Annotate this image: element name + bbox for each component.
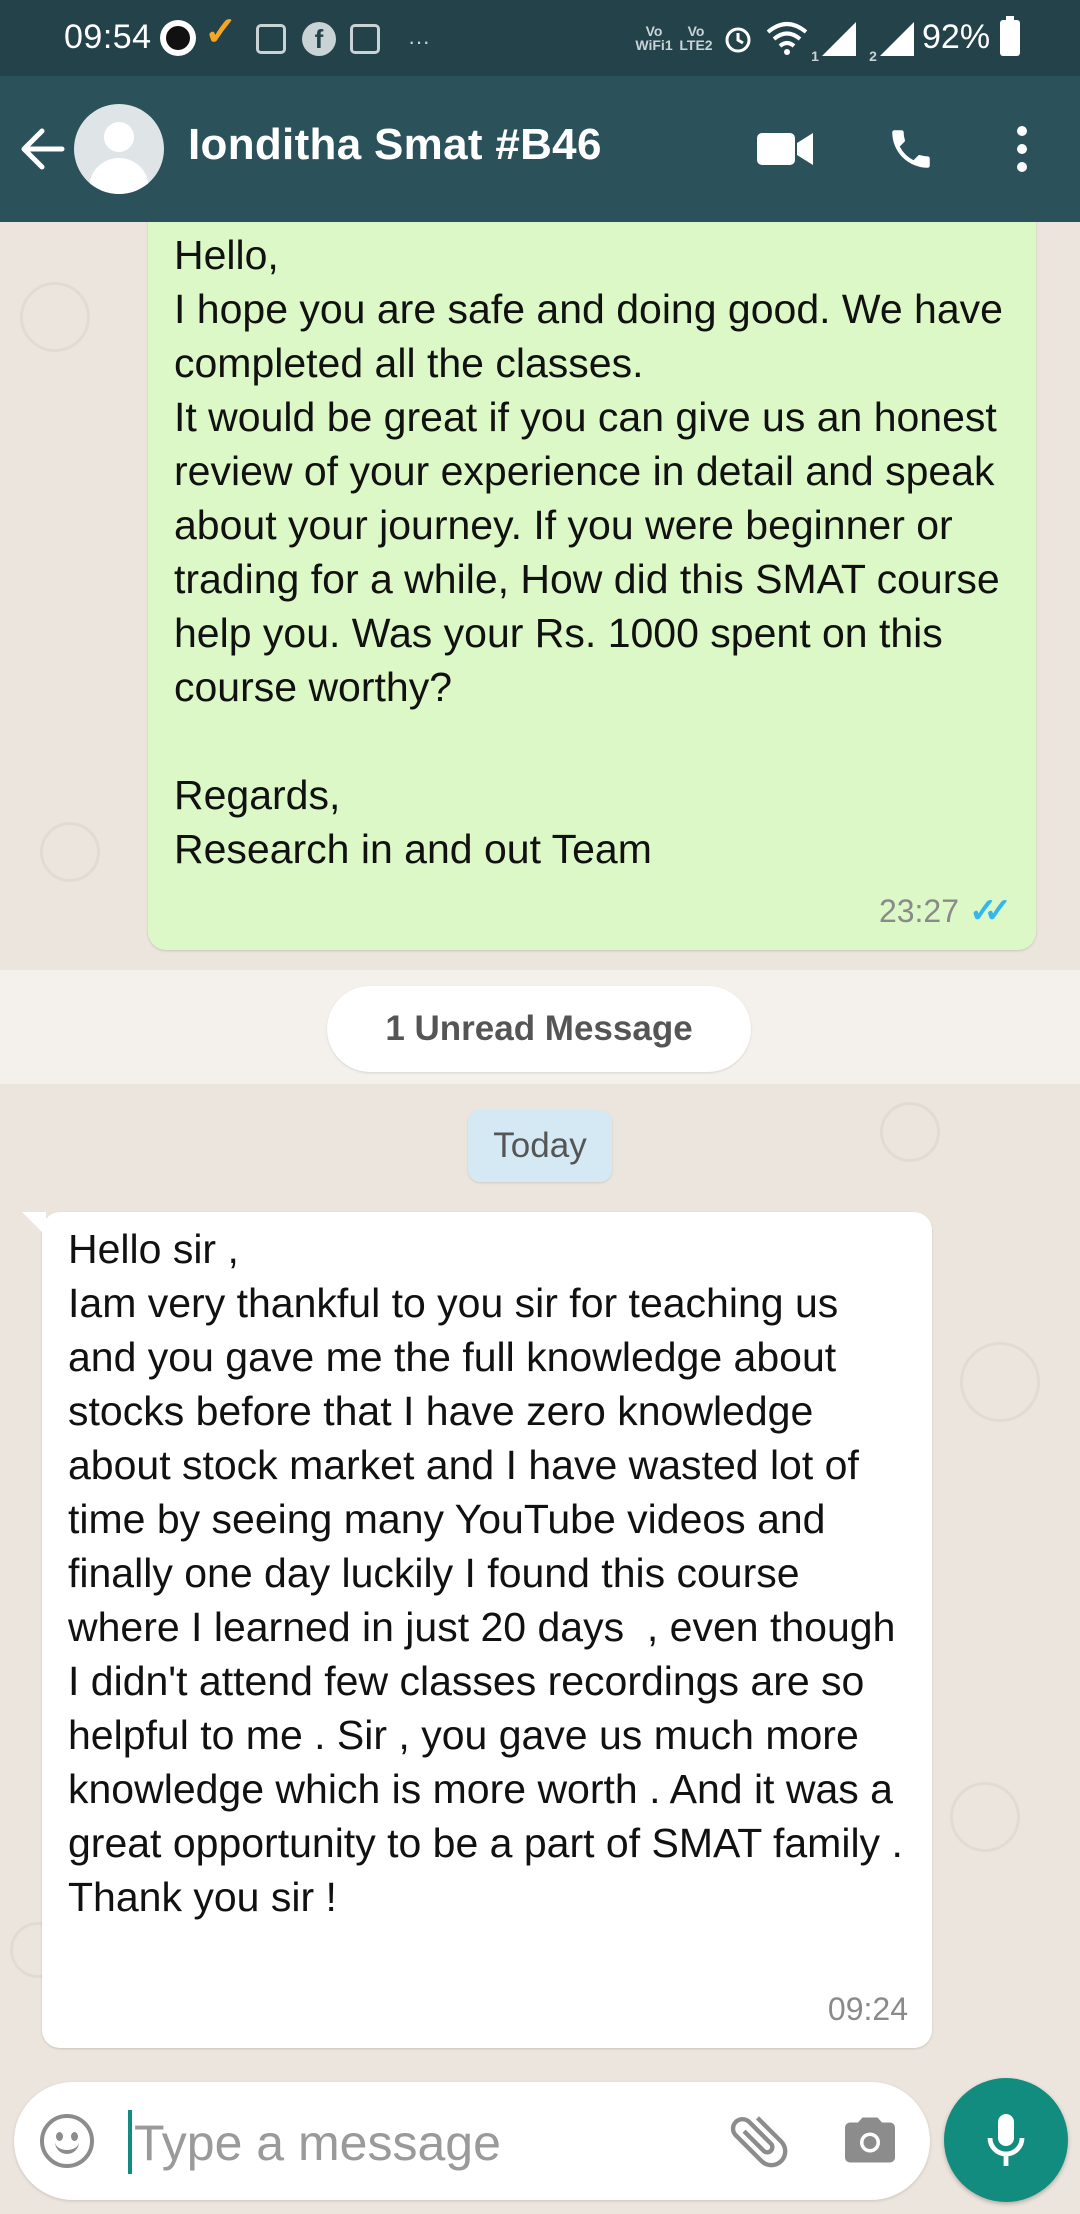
outgoing-message[interactable]: Hello, I hope you are safe and doing goo…: [148, 222, 1036, 950]
phone-icon: [892, 130, 930, 168]
signal-icon: [822, 22, 856, 56]
message-meta: 09:24: [828, 1982, 908, 2036]
voice-record-button[interactable]: [944, 2078, 1068, 2202]
wallpaper-doodle: [40, 822, 100, 882]
message-input[interactable]: Type a message: [134, 2114, 501, 2172]
video-call-icon: [757, 133, 813, 165]
message-meta: 23:27 ✓✓: [879, 884, 1012, 938]
contact-name[interactable]: Ionditha Smat #B46: [188, 120, 602, 170]
sim2-label: 2: [869, 48, 877, 64]
status-bar: 09:54 ✓ f ··· Vo WiFi1 Vo LTE2 1 2 92%: [0, 0, 1080, 76]
read-ticks-icon: ✓✓: [969, 892, 1012, 930]
avatar[interactable]: [74, 104, 164, 194]
calculator-icon: [350, 24, 380, 54]
wallpaper-doodle: [880, 1102, 940, 1162]
wallpaper-doodle: [950, 1782, 1020, 1852]
alarm-icon: [725, 27, 751, 53]
app-icon: [160, 20, 196, 56]
message-text: Hello sir , Iam very thankful to you sir…: [68, 1226, 903, 1920]
volte2-label: Vo LTE2: [679, 23, 713, 53]
voice-call-button[interactable]: [874, 112, 948, 186]
emoji-icon[interactable]: [40, 2114, 94, 2168]
video-call-button[interactable]: [748, 112, 822, 186]
battery-percent: 92%: [922, 18, 991, 56]
sim1-label: 1: [811, 48, 819, 64]
message-composer: Type a message: [14, 2082, 930, 2200]
signal-icon-2: [880, 22, 914, 56]
unread-messages-badge: 1 Unread Message: [327, 986, 751, 1072]
status-time: 09:54: [64, 18, 152, 56]
chat-area[interactable]: Hello, I hope you are safe and doing goo…: [0, 222, 1080, 2070]
message-text: Hello, I hope you are safe and doing goo…: [174, 232, 1003, 872]
more-options-button[interactable]: [984, 112, 1060, 186]
back-arrow-icon[interactable]: [18, 114, 68, 184]
chat-header: Ionditha Smat #B46: [0, 76, 1080, 222]
camera-icon[interactable]: [840, 2110, 900, 2170]
check-icon: ✓: [204, 10, 238, 54]
mic-icon: [987, 2114, 1025, 2166]
date-separator: Today: [468, 1110, 612, 1182]
more-dots-icon: ···: [408, 29, 430, 54]
wifi-icon: [766, 22, 808, 55]
m-icon: [256, 24, 286, 54]
wallpaper-doodle: [960, 1342, 1040, 1422]
incoming-message[interactable]: Hello sir , Iam very thankful to you sir…: [22, 1212, 932, 2048]
volte1-label: Vo WiFi1: [635, 23, 673, 53]
more-vert-icon: [1017, 126, 1027, 172]
battery-icon: [1000, 16, 1020, 56]
facebook-icon: f: [302, 22, 336, 56]
message-time: 23:27: [878, 893, 960, 929]
text-cursor: [128, 2110, 132, 2174]
wallpaper-doodle: [20, 282, 90, 352]
message-time: 09:24: [827, 1991, 908, 2027]
attach-icon[interactable]: [724, 2106, 794, 2176]
